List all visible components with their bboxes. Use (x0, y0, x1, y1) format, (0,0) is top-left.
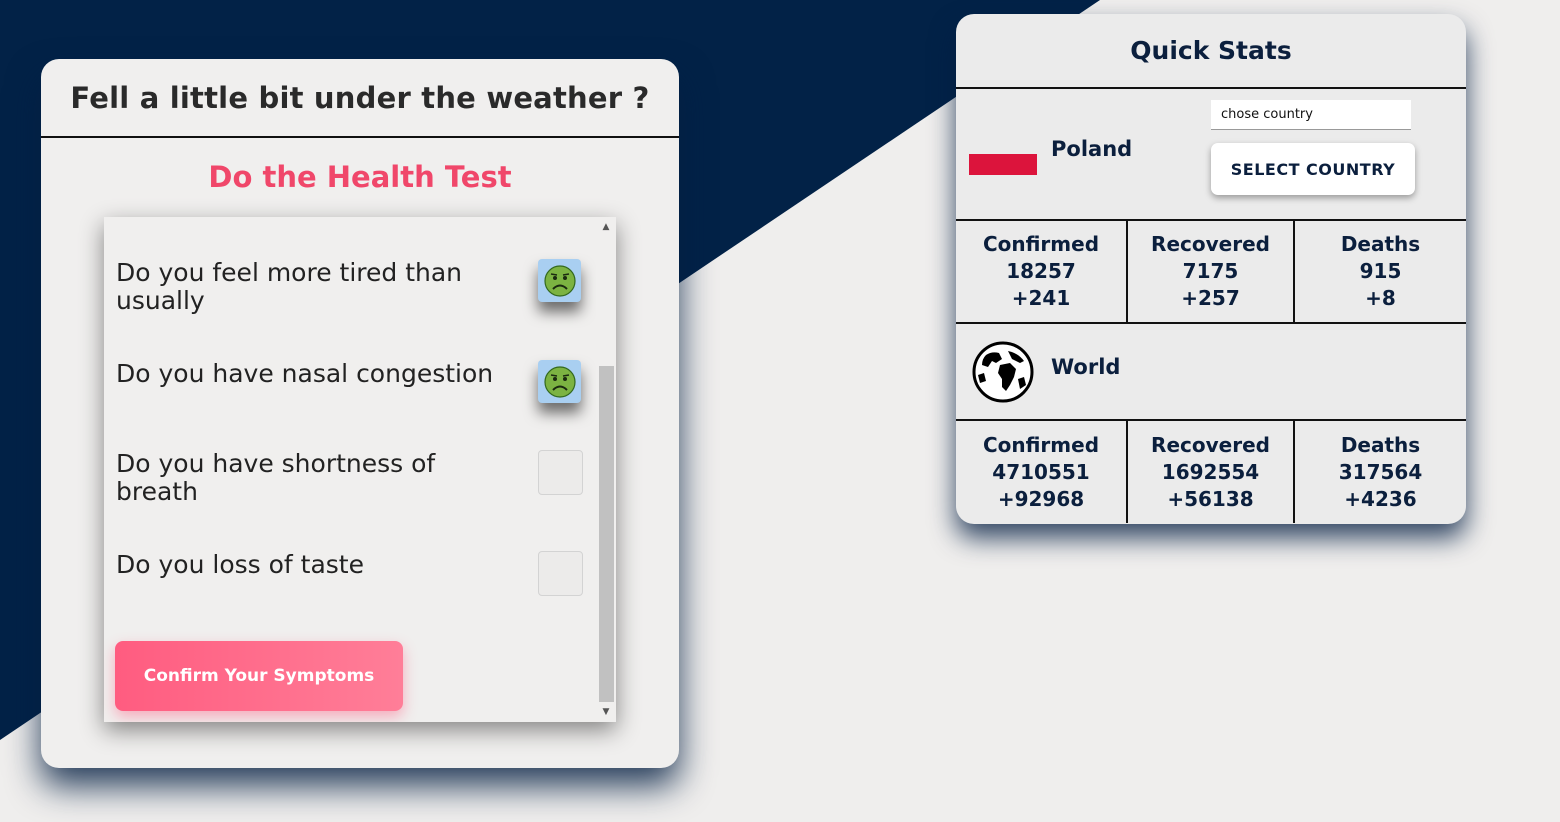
confirmed-label: Confirmed (982, 232, 1100, 256)
symptom-checkbox[interactable] (538, 551, 583, 596)
world-confirmed-cell: Confirmed 4710551 +92968 (956, 421, 1126, 523)
deaths-label: Deaths (1340, 232, 1421, 256)
scroll-up-arrow-icon[interactable]: ▲ (596, 219, 616, 235)
sick-face-icon (543, 264, 576, 297)
world-deaths-cell: Deaths 317564 +4236 (1293, 421, 1466, 523)
recovered-value: 7175 (1182, 259, 1239, 283)
recovered-value: 1692554 (1161, 459, 1260, 484)
recovered-label: Recovered (1151, 232, 1270, 256)
symptom-question: Do you feel more tired than usually (116, 258, 463, 315)
recovered-label: Recovered (1151, 432, 1270, 457)
confirmed-label: Confirmed (982, 432, 1100, 457)
deaths-new: +4236 (1344, 486, 1417, 511)
recovered-new: +56138 (1167, 486, 1254, 511)
country-stats: Confirmed 18257 +241 Recovered 7175 +257… (956, 221, 1466, 324)
confirmed-value: 18257 (1006, 259, 1076, 283)
country-confirmed-cell: Confirmed 18257 +241 (956, 221, 1126, 322)
symptom-checkbox[interactable] (538, 450, 583, 495)
world-stats: Confirmed 4710551 +92968 Recovered 16925… (956, 421, 1466, 523)
scroll-down-arrow-icon[interactable]: ▼ (596, 704, 616, 720)
country-selector-row: Poland SELECT COUNTRY (956, 89, 1466, 221)
select-country-button[interactable]: SELECT COUNTRY (1211, 143, 1415, 195)
deaths-value: 915 (1359, 259, 1402, 283)
country-deaths-cell: Deaths 915 +8 (1293, 221, 1466, 322)
deaths-value: 317564 (1338, 459, 1423, 484)
deaths-label: Deaths (1340, 432, 1421, 457)
recovered-new: +257 (1181, 286, 1240, 310)
symptom-question: Do you have nasal congestion (116, 359, 494, 388)
symptom-item: Do you have shortness of breath (116, 450, 596, 506)
confirmed-new: +241 (1011, 286, 1071, 310)
country-input[interactable] (1211, 100, 1411, 130)
country-name: Poland (1051, 137, 1133, 161)
scrollbar[interactable]: ▲ ▼ (596, 217, 616, 722)
quick-stats-card: Quick Stats Poland SELECT COUNTRY Confir… (956, 14, 1466, 524)
globe-icon (972, 341, 1034, 403)
deaths-new: +8 (1365, 286, 1396, 310)
world-recovered-cell: Recovered 1692554 +56138 (1126, 421, 1293, 523)
symptom-item: Do you loss of taste (116, 550, 596, 596)
health-test-heading: Do the Health Test (208, 160, 512, 194)
symptom-item: Do you have nasal congestion (116, 359, 596, 403)
symptom-question: Do you have shortness of breath (116, 449, 436, 506)
symptom-checkbox-checked[interactable] (538, 360, 581, 403)
confirmed-new: +92968 (997, 486, 1085, 511)
symptom-list[interactable]: Do you feel more tired than usually Do y… (104, 217, 616, 722)
health-test-card: Fell a little bit under the weather ? Do… (41, 59, 679, 768)
quick-stats-title: Quick Stats (956, 14, 1466, 89)
health-card-title: Fell a little bit under the weather ? (41, 59, 679, 138)
symptom-item: Do you feel more tired than usually (116, 259, 596, 315)
world-label: World (1051, 355, 1121, 379)
symptom-question: Do you loss of taste (116, 550, 364, 579)
symptom-checkbox-checked[interactable] (538, 259, 581, 302)
confirm-symptoms-button[interactable]: Confirm Your Symptoms (115, 641, 403, 711)
sick-face-icon (543, 365, 576, 398)
world-row: World (956, 324, 1466, 421)
poland-flag-icon (969, 131, 1037, 177)
country-recovered-cell: Recovered 7175 +257 (1126, 221, 1293, 322)
confirmed-value: 4710551 (992, 459, 1090, 484)
scrollbar-thumb[interactable] (599, 366, 614, 702)
